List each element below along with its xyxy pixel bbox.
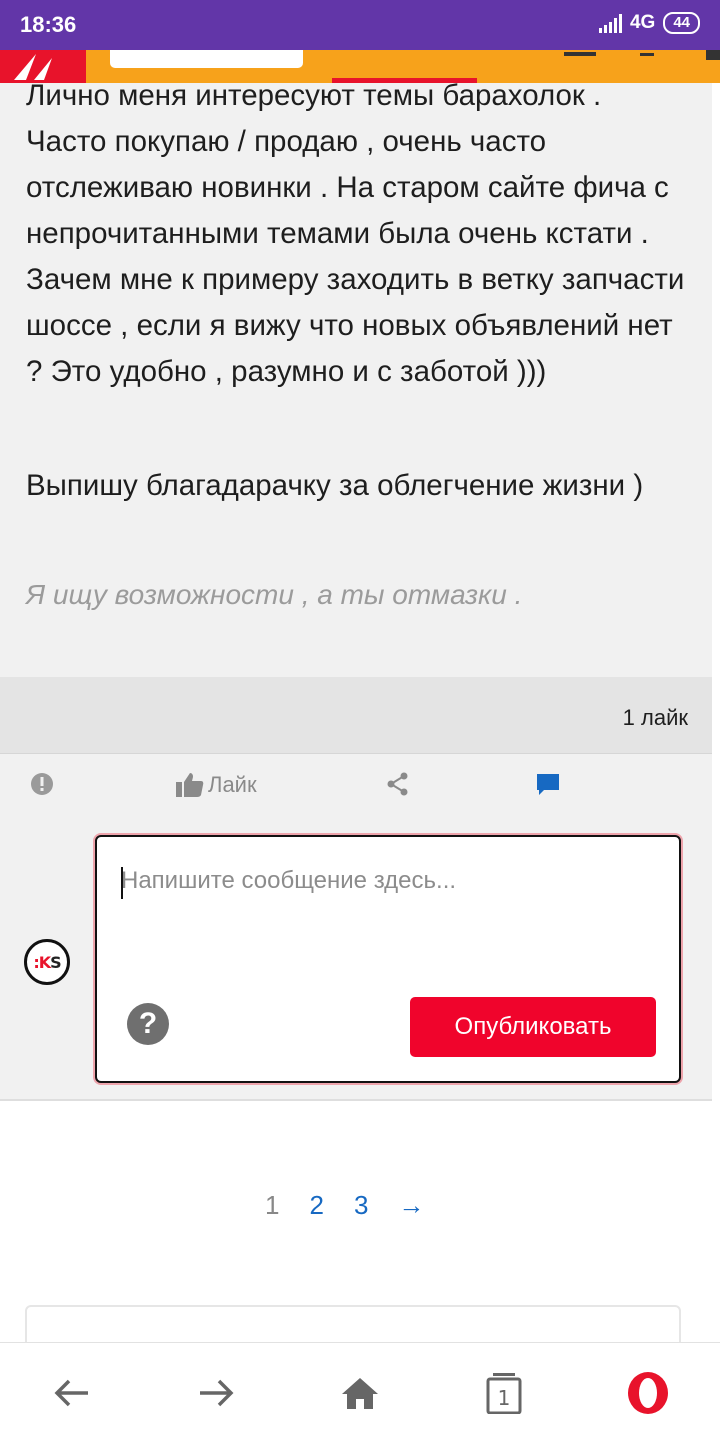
page-current: 1	[265, 1190, 280, 1220]
avatar[interactable]: :K S	[24, 939, 70, 985]
header-search-input[interactable]	[110, 50, 303, 68]
avatar-text-left: :K	[33, 952, 51, 972]
home-button[interactable]	[338, 1371, 382, 1415]
site-header	[0, 50, 720, 83]
text-caret	[121, 867, 123, 899]
post-content: Лично меня интересуют темы барахолок . Ч…	[0, 83, 712, 677]
network-label: 4G	[629, 12, 656, 33]
thumbs-up-icon	[176, 773, 204, 797]
opera-menu-button[interactable]	[626, 1371, 670, 1415]
status-bar: 18:36 4G 44	[0, 0, 720, 50]
share-button[interactable]	[386, 772, 410, 796]
page-link-3[interactable]: 3	[354, 1190, 368, 1221]
status-time: 18:36	[20, 12, 77, 37]
site-logo[interactable]	[0, 50, 86, 83]
pagination: 1 2 3 →	[265, 1190, 424, 1221]
arrow-left-icon	[54, 1379, 88, 1407]
logo-icon	[14, 54, 52, 80]
tabs-button[interactable]: 1	[482, 1371, 526, 1415]
reply-button[interactable]	[536, 772, 560, 796]
reply-section: :KS ? Опубликовать	[0, 819, 712, 1101]
home-icon	[342, 1378, 378, 1409]
forward-button[interactable]	[194, 1371, 238, 1415]
post-signature: Я ищу возможности , а ты отмазки .	[26, 579, 523, 610]
like-button[interactable]: Лайк	[176, 772, 257, 798]
likes-bar: 1 лайк	[0, 677, 712, 753]
browser-nav-bar: 1	[0, 1342, 720, 1440]
post-actions: Лайк	[0, 753, 712, 819]
share-icon	[387, 772, 408, 796]
back-button[interactable]	[50, 1371, 94, 1415]
header-bell-icon[interactable]	[640, 50, 654, 56]
next-page-icon[interactable]: →	[398, 1190, 424, 1221]
tabs-count: 1	[498, 1386, 511, 1410]
page-link-2[interactable]: 2	[309, 1190, 323, 1221]
tabs-icon: 1	[486, 1373, 522, 1414]
opera-icon	[628, 1372, 668, 1414]
publish-button[interactable]: Опубликовать	[410, 997, 656, 1057]
likes-count[interactable]: 1 лайк	[623, 705, 688, 731]
report-button[interactable]	[30, 772, 54, 796]
like-label: Лайк	[208, 772, 257, 797]
message-input[interactable]	[121, 867, 677, 967]
help-icon[interactable]: ?	[127, 1003, 169, 1045]
arrow-right-icon	[200, 1379, 234, 1407]
battery-icon: 44	[663, 12, 700, 34]
comment-icon	[537, 774, 559, 795]
avatar-text-right: S	[50, 952, 61, 972]
status-indicators: 4G 44	[598, 12, 700, 34]
post-paragraph: Лично меня интересуют темы барахолок . Ч…	[26, 83, 685, 388]
report-icon	[31, 773, 53, 795]
post-paragraph: Выпишу благадарачку за облегчение жизни …	[26, 469, 644, 502]
signal-icon	[598, 13, 622, 33]
header-grid-icon[interactable]	[564, 50, 596, 56]
reply-editor: ? Опубликовать	[95, 835, 681, 1083]
header-menu-icon[interactable]	[706, 50, 720, 60]
